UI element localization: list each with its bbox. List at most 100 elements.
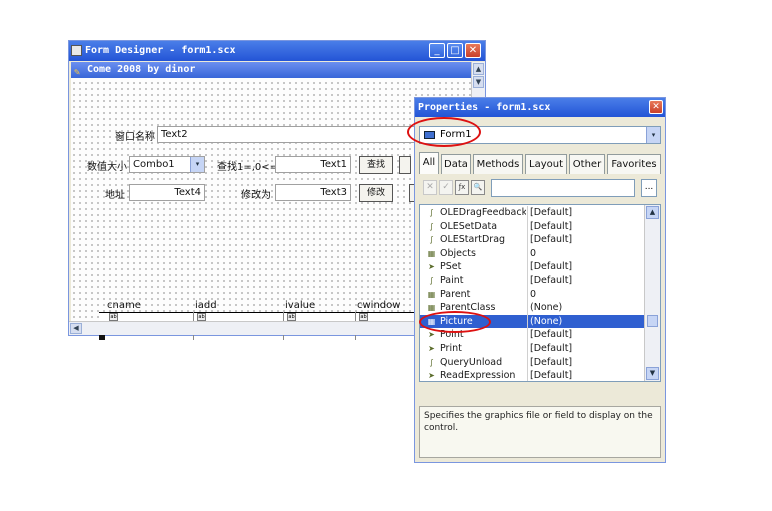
property-name: Print — [440, 343, 462, 354]
property-row[interactable]: ➤ Print [Default] — [420, 342, 644, 356]
textbox-cell-icon: ab — [287, 313, 296, 321]
text-window-name[interactable]: Text2 — [157, 126, 437, 143]
chevron-down-icon[interactable]: ▾ — [646, 127, 660, 143]
property-value: 0 — [530, 247, 537, 259]
method-icon: ∫ — [429, 221, 434, 231]
grid-header-iadd: iadd — [195, 300, 217, 311]
annotation-ring — [419, 311, 491, 333]
maximize-button[interactable]: □ — [447, 43, 463, 58]
column-divider — [527, 328, 528, 342]
label-data-size: 数值大小 — [87, 162, 127, 173]
tab-methods[interactable]: Methods — [473, 154, 523, 174]
scroll-up-icon[interactable]: ▲ — [473, 63, 484, 75]
property-row[interactable]: ∫ QueryUnload [Default] — [420, 355, 644, 370]
form-canvas[interactable]: ✎ Come 2008 by dinor 窗口名称 Text2 数值大小 Com… — [71, 62, 471, 340]
event-icon: ➤ — [428, 330, 435, 340]
tab-all[interactable]: All — [419, 152, 439, 174]
property-value: [Default] — [530, 207, 573, 218]
property-value: (None) — [530, 315, 563, 327]
properties-window: Properties - form1.scx ✕ Form1 ▾ All Dat… — [414, 97, 666, 463]
cancel-icon[interactable]: ✕ — [423, 180, 437, 195]
property-row[interactable]: ∫ OLEStartDrag [Default] — [420, 233, 644, 247]
scroll-down-icon[interactable]: ▼ — [473, 76, 484, 88]
extra-button-1[interactable] — [399, 156, 411, 174]
text-address[interactable]: Text4 — [129, 184, 205, 201]
method-icon: ∫ — [429, 208, 434, 217]
property-name: ReadExpression — [440, 370, 516, 382]
tab-layout[interactable]: Layout — [525, 154, 567, 174]
property-value: [Default] — [530, 220, 573, 232]
chevron-down-icon[interactable]: ▾ — [190, 157, 204, 172]
property-value: [Default] — [530, 356, 573, 368]
minimize-button[interactable]: _ — [429, 43, 445, 58]
property-value-input[interactable] — [491, 179, 635, 197]
find-button[interactable]: 查找 — [359, 156, 393, 174]
form-icon: ✎ — [74, 67, 81, 78]
horizontal-scrollbar[interactable]: ◀ — [69, 321, 471, 335]
property-value: [Default] — [530, 329, 573, 341]
column-divider — [527, 246, 528, 261]
label-modify: 修改为 — [241, 190, 271, 201]
text-modify[interactable]: Text3 — [275, 184, 351, 201]
scroll-left-icon[interactable]: ◀ — [70, 323, 82, 334]
method-icon: ∫ — [429, 235, 434, 245]
modify-button[interactable]: 修改 — [359, 184, 393, 202]
form-designer-titlebar[interactable]: Form Designer - form1.scx — [69, 41, 485, 61]
tab-other[interactable]: Other — [569, 154, 605, 174]
scroll-up-icon[interactable]: ▲ — [646, 206, 659, 219]
property-row[interactable]: ➤ PSet [Default] — [420, 260, 644, 274]
property-value: [Default] — [530, 370, 573, 382]
scroll-thumb[interactable] — [647, 315, 658, 327]
property-row[interactable]: ∫ Paint [Default] — [420, 274, 644, 288]
label-address: 地址 — [105, 190, 125, 201]
properties-titlebar[interactable]: Properties - form1.scx — [415, 98, 665, 117]
property-name: OLEDragFeedback — [440, 207, 526, 218]
scroll-down-icon[interactable]: ▼ — [646, 367, 659, 380]
textbox-cell-icon: ab — [109, 313, 118, 321]
property-value: [Default] — [530, 343, 573, 354]
column-divider — [527, 287, 528, 302]
column-divider — [527, 301, 528, 315]
accept-icon[interactable]: ✓ — [439, 180, 453, 195]
close-button[interactable]: ✕ — [465, 43, 481, 58]
more-button[interactable]: ... — [641, 179, 657, 197]
property-value: [Default] — [530, 261, 573, 273]
column-divider — [527, 355, 528, 370]
form-caption-bar[interactable]: ✎ Come 2008 by dinor — [71, 62, 471, 78]
textbox-cell-icon: ab — [359, 313, 368, 321]
properties-title: Properties - form1.scx — [418, 102, 551, 113]
tab-data[interactable]: Data — [441, 154, 471, 174]
property-value: [Default] — [530, 275, 573, 286]
combo-data-size[interactable]: Combo1 ▾ — [129, 156, 205, 173]
combo-value: Combo1 — [133, 159, 175, 170]
method-icon: ∫ — [429, 276, 434, 285]
form-designer-icon — [71, 45, 82, 56]
property-list-scrollbar[interactable]: ▲ ▼ — [644, 205, 660, 381]
properties-close-button[interactable]: ✕ — [649, 100, 663, 114]
function-icon[interactable]: ƒx — [455, 180, 469, 195]
grid-header-cwindow: cwindow — [357, 300, 401, 311]
property-row[interactable]: ▦ Parent 0 — [420, 287, 644, 302]
column-divider — [527, 219, 528, 234]
column-divider — [527, 274, 528, 288]
column-divider — [527, 369, 528, 381]
label-find: 查找1=,0<= — [217, 162, 279, 173]
property-name: Paint — [440, 275, 464, 286]
zoom-icon[interactable]: 🔍 — [471, 180, 485, 195]
property-row[interactable]: ∫ OLESetData [Default] — [420, 219, 644, 234]
grid-header-cname: cname — [107, 300, 141, 311]
property-list[interactable]: ▲ ▼ ∫ OLEDragFeedback [Default] ∫ OLESetData… — [419, 204, 661, 382]
event-icon: ➤ — [428, 371, 435, 381]
property-row[interactable]: ▦ Objects 0 — [420, 246, 644, 261]
event-icon: ➤ — [428, 344, 435, 353]
property-value: [Default] — [530, 234, 573, 246]
property-name: PSet — [440, 261, 462, 273]
form-designer-title: Form Designer - form1.scx — [85, 45, 236, 56]
property-row[interactable]: ➤ ReadExpression [Default] — [420, 369, 644, 382]
text-find[interactable]: Text1 — [275, 156, 351, 173]
object-icon: ▦ — [427, 248, 436, 258]
column-divider — [527, 260, 528, 274]
property-name: OLESetData — [440, 220, 498, 232]
property-row[interactable]: ∫ OLEDragFeedback [Default] — [420, 206, 644, 220]
tab-favorites[interactable]: Favorites — [607, 154, 661, 174]
